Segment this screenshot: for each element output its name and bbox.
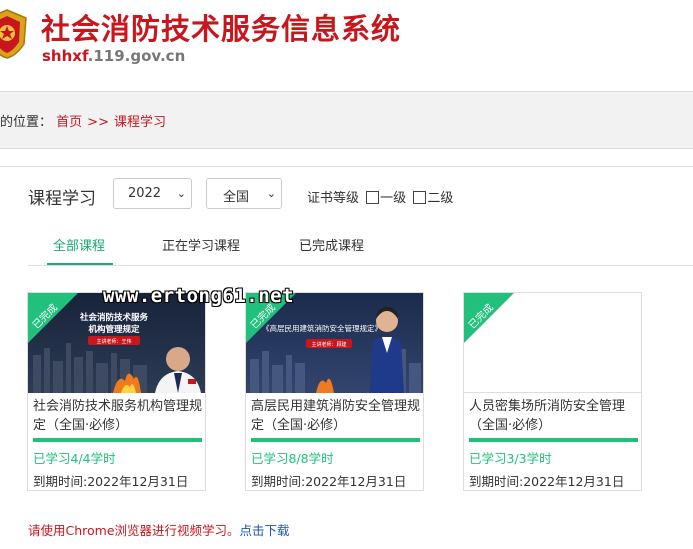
section-title: 课程学习: [28, 189, 96, 209]
progress-fill: [251, 438, 420, 442]
course-title[interactable]: 人员密集场所消防安全管理（全国·必修）: [469, 397, 639, 435]
progress-fill: [33, 438, 202, 442]
hours-studied: 已学习4/4学时: [33, 451, 116, 466]
thumb-title-line1: 社会消防技术服务: [79, 312, 149, 323]
level1-checkbox[interactable]: [366, 191, 380, 204]
breadcrumb-home-link[interactable]: 首页: [56, 115, 82, 130]
download-link[interactable]: 点击下载: [240, 523, 290, 538]
region-select[interactable]: 全国 ⌄: [206, 178, 282, 209]
tab-in-progress[interactable]: 正在学习课程: [162, 235, 240, 254]
course-section: 课程学习 2022 ⌄ 全国 ⌄ 证书等级 一级 二级 全部课程 正在学习课程 …: [0, 166, 693, 549]
year-select-value: 2022: [127, 186, 162, 201]
breadcrumb-prefix: 的位置：: [0, 115, 53, 130]
tab-all-courses[interactable]: 全部课程: [53, 235, 105, 254]
due-date: 到期时间:2022年12月31日: [33, 474, 189, 489]
tab-completed[interactable]: 已完成课程: [299, 235, 364, 254]
active-tab-indicator: [47, 263, 113, 265]
watermark-text: www.ertong61.net: [103, 285, 295, 307]
chevron-down-icon: ⌄: [176, 187, 186, 200]
site-domain: shhxf.119.gov.cn: [42, 47, 185, 65]
breadcrumb-separator: >>: [87, 115, 109, 130]
browser-note: 请使用Chrome浏览器进行视频学习。点击下载: [28, 520, 290, 539]
course-thumbnail: 《高层民用建筑消防安全管理规定》 主讲老师：顾建 已完成: [246, 293, 423, 393]
site-header: 社会消防技术服务信息系统 shhxf.119.gov.cn: [0, 0, 693, 90]
progress-fill: [469, 438, 638, 442]
due-date: 到期时间:2022年12月31日: [251, 474, 407, 489]
hours-studied: 已学习8/8学时: [251, 451, 334, 466]
due-date: 到期时间:2022年12月31日: [469, 474, 625, 489]
domain-highlight: shhxf: [42, 47, 88, 65]
course-tabs: 全部课程 正在学习课程 已完成课程: [28, 227, 693, 266]
course-title[interactable]: 社会消防技术服务机构管理规定（全国·必修）: [33, 397, 203, 435]
breadcrumb-bar: 的位置： 首页 >> 课程学习: [0, 91, 693, 149]
course-card[interactable]: 已完成 人员密集场所消防安全管理（全国·必修） 已学习3/3学时 到期时间:20…: [463, 292, 642, 491]
hours-studied: 已学习3/3学时: [469, 451, 552, 466]
progress-bar: [33, 438, 202, 442]
region-select-value: 全国: [222, 190, 249, 205]
thumb-host: 主讲老师：顾建: [311, 341, 346, 348]
course-card[interactable]: 《高层民用建筑消防安全管理规定》 主讲老师：顾建 已完成 高层民用建筑消防安全管…: [245, 292, 424, 491]
cert-level-label: 证书等级: [307, 191, 360, 206]
course-card[interactable]: 社会消防技术服务 机构管理规定 主讲老师：王伟 已完成 社会消防技术服务机构管理…: [27, 292, 206, 491]
thumb-host: 主讲老师：王伟: [96, 338, 131, 345]
course-thumbnail: 已完成: [464, 293, 641, 393]
fire-emblem-icon: [0, 9, 27, 59]
progress-bar: [469, 438, 638, 442]
course-title[interactable]: 高层民用建筑消防安全管理规定（全国·必修）: [251, 397, 421, 435]
site-title: 社会消防技术服务信息系统: [41, 12, 402, 46]
domain-rest: .119.gov.cn: [87, 47, 186, 65]
progress-bar: [251, 438, 420, 442]
thumb-title-line2: 机构管理规定: [88, 324, 140, 335]
year-select[interactable]: 2022 ⌄: [113, 178, 192, 209]
browser-note-text: 请使用Chrome浏览器进行视频学习。: [28, 523, 240, 538]
level1-label: 一级: [380, 191, 407, 206]
level2-label: 二级: [427, 191, 454, 206]
level2-checkbox[interactable]: [413, 191, 427, 204]
breadcrumb: 的位置： 首页 >> 课程学习: [0, 111, 166, 130]
course-thumbnail: 社会消防技术服务 机构管理规定 主讲老师：王伟 已完成: [28, 293, 205, 393]
breadcrumb-current[interactable]: 课程学习: [114, 115, 166, 130]
cert-level-filter: 证书等级 一级 二级: [307, 187, 453, 206]
chevron-down-icon: ⌄: [266, 187, 276, 200]
